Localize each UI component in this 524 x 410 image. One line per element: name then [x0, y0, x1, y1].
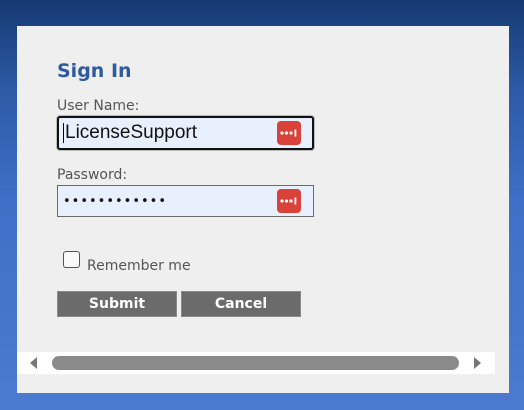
username-value: LicenseSupport — [65, 122, 198, 143]
sign-in-panel: Sign In User Name: LicenseSupport Passwo… — [17, 26, 509, 393]
horizontal-scrollbar[interactable] — [17, 352, 495, 374]
scroll-left-arrow-icon[interactable] — [30, 357, 37, 369]
password-value: •••••••••••• — [63, 193, 168, 209]
password-manager-icon[interactable] — [277, 189, 301, 213]
password-field[interactable]: •••••••••••• — [57, 185, 314, 217]
username-field[interactable]: LicenseSupport — [57, 116, 314, 150]
scroll-right-arrow-icon[interactable] — [474, 357, 481, 369]
scrollbar-thumb[interactable] — [52, 356, 459, 370]
cancel-button[interactable]: Cancel — [181, 291, 301, 317]
password-manager-glyph — [280, 197, 297, 205]
text-caret — [63, 123, 64, 143]
password-label: Password: — [57, 167, 128, 183]
username-label: User Name: — [57, 98, 140, 114]
submit-button[interactable]: Submit — [57, 291, 177, 317]
password-manager-glyph — [280, 129, 297, 137]
username-value-wrap: LicenseSupport — [63, 118, 197, 148]
remember-me-label[interactable]: Remember me — [87, 258, 191, 274]
remember-me-checkbox[interactable] — [63, 251, 80, 268]
password-manager-icon[interactable] — [277, 121, 301, 145]
page-title: Sign In — [57, 60, 132, 82]
